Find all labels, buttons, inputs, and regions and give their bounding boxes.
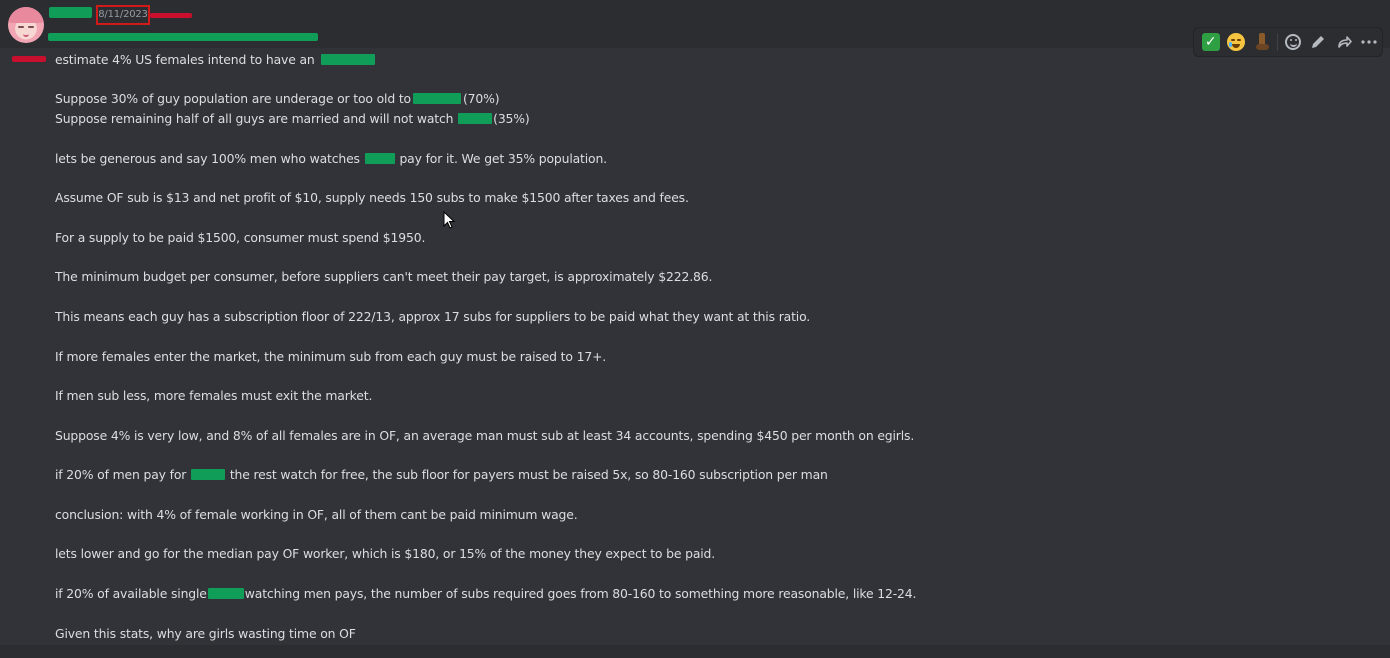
message-text: (70%)	[463, 91, 500, 106]
message-timestamp[interactable]: 8/11/2023	[96, 5, 150, 25]
joy-emoji-icon	[1227, 33, 1246, 51]
redacted-time-mark	[150, 13, 192, 18]
boot-emoji-icon	[1254, 33, 1270, 51]
avatar-hair	[8, 7, 44, 23]
message-line: If more females enter the market, the mi…	[55, 349, 607, 364]
message-text: estimate 4% US females intend to have an	[55, 52, 315, 67]
pencil-icon	[1312, 36, 1325, 48]
redacted-word	[321, 54, 376, 65]
toolbar-divider	[1276, 33, 1278, 51]
message-text: Suppose 30% of guy population are undera…	[55, 91, 411, 106]
message-text: pay for it. We get 35% population.	[399, 151, 607, 166]
message-text: the rest watch for free, the sub floor f…	[229, 467, 828, 482]
message-line: lets lower and go for the median pay OF …	[55, 546, 716, 561]
chat-view: 8/11/2023 ✓ estimate 4% US females inten…	[0, 0, 1390, 658]
message-line: If men sub less, more females must exit …	[55, 388, 373, 403]
check-mark-icon: ✓	[1201, 33, 1220, 51]
more-icon	[1361, 40, 1377, 44]
avatar-eye	[28, 26, 34, 28]
redacted-username[interactable]	[49, 7, 92, 18]
redacted-word	[207, 588, 244, 599]
more-options-button[interactable]	[1356, 29, 1382, 55]
reaction-check-button[interactable]: ✓	[1198, 29, 1224, 55]
message-line: Given this stats, why are girls wasting …	[55, 626, 356, 641]
add-reaction-icon	[1284, 34, 1301, 50]
message-line: Suppose 30% of guy population are undera…	[55, 91, 500, 107]
forward-icon	[1337, 36, 1352, 48]
user-avatar[interactable]	[8, 7, 44, 43]
message-text: if 20% of men pay for	[55, 467, 187, 482]
add-reaction-button[interactable]	[1280, 29, 1306, 55]
message-line: estimate 4% US females intend to have an	[55, 52, 376, 68]
message-line: For a supply to be paid $1500, consumer …	[55, 230, 426, 245]
reaction-joy-button[interactable]	[1224, 29, 1250, 55]
redacted-word	[413, 93, 461, 104]
redacted-word	[458, 113, 493, 124]
message-line: Suppose remaining half of all guys are m…	[55, 111, 530, 127]
message-line: lets be generous and say 100% men who wa…	[55, 151, 607, 167]
redacted-small-timestamp	[12, 56, 46, 62]
message-hover-toolbar: ✓	[1193, 27, 1383, 57]
message-line: Assume OF sub is $13 and net profit of $…	[55, 190, 689, 205]
message-line: conclusion: with 4% of female working in…	[55, 507, 578, 522]
message-line: This means each guy has a subscription f…	[55, 309, 811, 324]
redacted-first-line	[48, 33, 318, 41]
mouse-cursor-icon	[443, 211, 455, 229]
bottom-edge-bar	[0, 645, 1390, 658]
avatar-mouth	[23, 32, 29, 37]
message-line: if 20% of men pay for the rest watch for…	[55, 467, 828, 483]
message-text: if 20% of available single	[55, 586, 207, 601]
message-text: Suppose remaining half of all guys are m…	[55, 111, 454, 126]
message-line: The minimum budget per consumer, before …	[55, 269, 713, 284]
avatar-eye	[18, 26, 24, 28]
reaction-boot-button[interactable]	[1249, 29, 1275, 55]
message-text: watching men pays, the number of subs re…	[244, 586, 917, 601]
message-text: lets be generous and say 100% men who wa…	[55, 151, 360, 166]
message-line: Suppose 4% is very low, and 8% of all fe…	[55, 428, 915, 443]
redacted-word	[191, 469, 226, 480]
redacted-word	[364, 153, 395, 164]
edit-button[interactable]	[1305, 29, 1331, 55]
message-line: if 20% of available single watching men p…	[55, 586, 916, 602]
message-text: (35%)	[493, 111, 530, 126]
forward-button[interactable]	[1331, 29, 1357, 55]
